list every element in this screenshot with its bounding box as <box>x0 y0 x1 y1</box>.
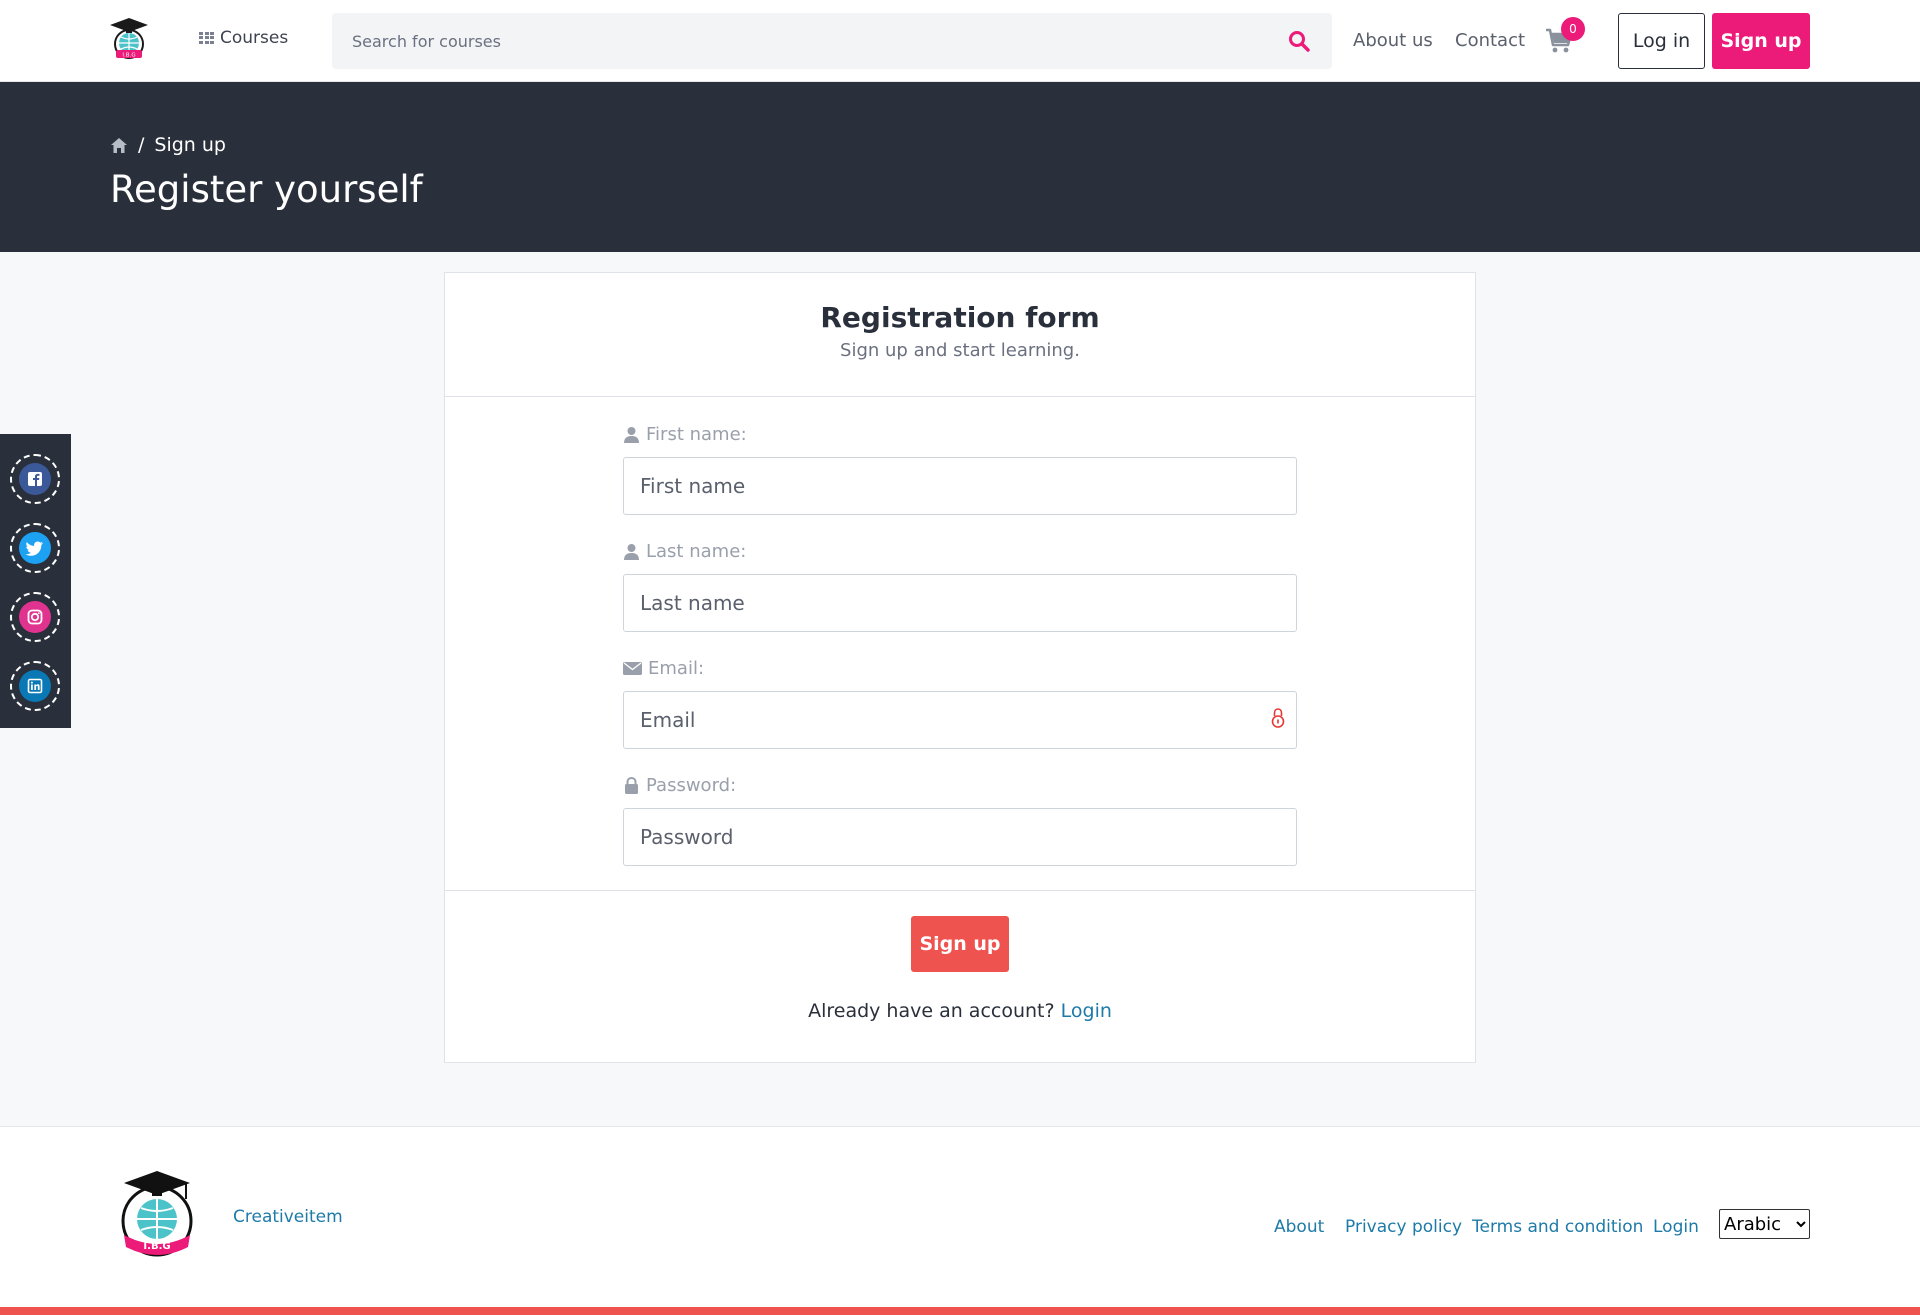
submit-signup-button[interactable]: Sign up <box>911 916 1009 972</box>
facebook-link[interactable] <box>10 454 60 504</box>
lock-icon <box>625 777 638 794</box>
password-field[interactable] <box>623 808 1297 866</box>
bottom-accent-strip <box>0 1307 1920 1315</box>
footer-logo-text: I.B.G <box>143 1241 170 1252</box>
search-input[interactable] <box>352 13 1252 69</box>
twitter-link[interactable] <box>10 523 60 573</box>
instagram-link[interactable] <box>10 592 60 642</box>
footer: I.B.G Creativeitem About Privacy policy … <box>0 1126 1920 1307</box>
nav-contact-link[interactable]: Contact <box>1455 30 1525 51</box>
password-manager-icon[interactable] <box>1271 707 1285 729</box>
page-banner: / Sign up Register yourself <box>0 82 1920 252</box>
language-select[interactable]: Arabic <box>1719 1209 1810 1239</box>
courses-menu[interactable]: Courses <box>199 28 288 48</box>
last-name-label: Last name: <box>623 541 746 562</box>
footer-about-link[interactable]: About <box>1274 1217 1324 1237</box>
password-label: Password: <box>623 775 736 796</box>
logo-text: I.B.G <box>122 53 135 59</box>
signup-button[interactable]: Sign up <box>1712 13 1810 69</box>
search-bar <box>332 13 1332 69</box>
nav-about-link[interactable]: About us <box>1353 30 1433 51</box>
login-button[interactable]: Log in <box>1618 13 1705 69</box>
card-header: Registration form Sign up and start lear… <box>445 273 1475 397</box>
first-name-label: First name: <box>623 424 747 445</box>
page-title: Register yourself <box>110 168 423 211</box>
registration-card: Registration form Sign up and start lear… <box>444 272 1476 1063</box>
footer-terms-link[interactable]: Terms and condition <box>1472 1217 1643 1237</box>
grid-icon <box>199 31 214 45</box>
form-subtitle: Sign up and start learning. <box>840 340 1080 361</box>
first-name-label-text: First name: <box>646 424 747 445</box>
linkedin-icon <box>19 670 51 702</box>
form-title: Registration form <box>820 301 1100 334</box>
last-name-label-text: Last name: <box>646 541 747 562</box>
creativeitem-link[interactable]: Creativeitem <box>233 1207 343 1227</box>
already-account-text: Already have an account? <box>808 1000 1055 1022</box>
search-icon[interactable] <box>1288 30 1310 52</box>
email-field[interactable] <box>623 691 1297 749</box>
email-label: Email: <box>623 658 704 679</box>
social-sidebar <box>0 434 71 728</box>
site-logo[interactable]: I.B.G <box>108 16 150 62</box>
user-icon <box>624 427 639 443</box>
cart-count-badge: 0 <box>1561 17 1585 41</box>
login-link[interactable]: Login <box>1061 1000 1112 1022</box>
breadcrumb-separator: / <box>138 134 145 156</box>
footer-privacy-link[interactable]: Privacy policy <box>1345 1217 1462 1237</box>
facebook-icon <box>19 463 51 495</box>
first-name-field[interactable] <box>623 457 1297 515</box>
email-label-text: Email: <box>648 658 705 679</box>
home-icon[interactable] <box>110 137 128 154</box>
form-divider <box>445 890 1475 891</box>
login-prompt: Already have an account? Login <box>445 1000 1475 1022</box>
password-label-text: Password: <box>646 775 737 796</box>
footer-login-link[interactable]: Login <box>1653 1217 1699 1237</box>
envelope-icon <box>623 662 642 675</box>
user-icon <box>624 544 639 560</box>
courses-label: Courses <box>220 28 289 48</box>
breadcrumb: / Sign up <box>110 134 226 156</box>
linkedin-link[interactable] <box>10 661 60 711</box>
breadcrumb-current: Sign up <box>154 134 226 156</box>
top-navbar: I.B.G Courses About us Contact 0 Log in … <box>0 0 1920 82</box>
instagram-icon <box>19 601 51 633</box>
last-name-field[interactable] <box>623 574 1297 632</box>
footer-logo[interactable]: I.B.G <box>114 1169 200 1265</box>
twitter-icon <box>19 532 51 564</box>
